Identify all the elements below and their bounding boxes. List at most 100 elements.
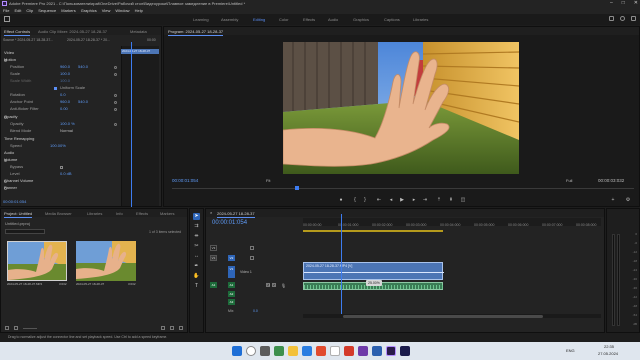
source-a1-patch[interactable]: A1 xyxy=(210,282,217,288)
reset-icon[interactable] xyxy=(114,122,117,126)
add-marker-icon[interactable]: ● xyxy=(338,197,344,203)
toggle-output-icon[interactable] xyxy=(250,246,254,250)
settings-icon[interactable]: ⚙ xyxy=(625,197,631,203)
windows-start-icon[interactable] xyxy=(232,346,242,356)
tab-project[interactable]: Project: Untitled xyxy=(4,211,33,218)
menu-sequence[interactable]: Sequence xyxy=(38,7,56,14)
file-explorer-icon[interactable] xyxy=(288,346,298,356)
source-v1-patch[interactable]: V1 xyxy=(210,255,217,261)
bypass-checkbox[interactable] xyxy=(60,165,63,169)
mute-icon[interactable]: M xyxy=(266,283,270,287)
project-clip-thumb-1[interactable] xyxy=(7,241,67,281)
tab-markers[interactable]: Markers xyxy=(160,211,174,216)
program-video-frame[interactable] xyxy=(283,42,519,174)
scroll-thumb[interactable] xyxy=(343,314,543,318)
maximize-button[interactable]: □ xyxy=(622,0,625,7)
razor-tool-icon[interactable]: ✂ xyxy=(193,243,200,250)
go-to-out-icon[interactable]: ⇥ xyxy=(422,197,428,203)
source-label[interactable]: Source * 2024-05-27 18-28-37... xyxy=(3,38,53,42)
taskbar-app-icon[interactable] xyxy=(358,346,368,356)
yandex-browser-icon[interactable] xyxy=(330,346,340,356)
quality-dropdown[interactable]: Full xyxy=(566,178,572,183)
mini-playhead[interactable] xyxy=(131,42,132,207)
menu-graphics[interactable]: Graphics xyxy=(81,7,97,14)
step-forward-icon[interactable]: ▸ xyxy=(411,197,417,203)
effect-mini-timeline[interactable] xyxy=(121,46,159,206)
button-editor-icon[interactable]: + xyxy=(610,197,616,203)
mic-icon[interactable]: 🎙 xyxy=(281,283,286,288)
tab-libraries[interactable]: Libraries xyxy=(87,211,102,216)
taskbar-app-icon[interactable] xyxy=(274,346,284,356)
menu-clip[interactable]: Clip xyxy=(26,7,33,14)
timeline-playhead[interactable] xyxy=(341,214,342,314)
v1-label[interactable]: V1 xyxy=(228,266,235,278)
menu-window[interactable]: Window xyxy=(115,7,129,14)
workspace-graphics[interactable]: Graphics xyxy=(353,17,369,22)
v2-label[interactable]: V2 xyxy=(228,255,235,261)
new-item-icon[interactable] xyxy=(170,326,174,330)
tab-info[interactable]: Info xyxy=(116,211,123,216)
program-playhead[interactable] xyxy=(295,186,299,190)
taskbar-app-icon[interactable] xyxy=(372,346,382,356)
trash-icon[interactable] xyxy=(179,326,183,330)
reset-icon[interactable] xyxy=(114,100,117,104)
mix-value[interactable]: 0.0 xyxy=(253,309,258,313)
menu-edit[interactable]: Edit xyxy=(14,7,21,14)
taskbar-app-icon[interactable] xyxy=(316,346,326,356)
taskbar-app-icon[interactable] xyxy=(400,346,410,356)
workspace-assembly[interactable]: Assembly xyxy=(221,17,238,22)
selection-tool-icon[interactable]: ➤ xyxy=(193,213,200,220)
v3-label[interactable]: V3 xyxy=(210,245,217,251)
a3-label[interactable]: A3 xyxy=(228,299,235,305)
reset-icon[interactable] xyxy=(114,65,117,69)
menu-view[interactable]: View xyxy=(102,7,111,14)
extract-icon[interactable]: ⇞ xyxy=(448,197,454,203)
export-icon[interactable] xyxy=(609,16,614,21)
close-button[interactable]: ✕ xyxy=(634,0,638,7)
tab-sequence[interactable]: 2024-05-27 18-28-37 xyxy=(217,211,255,218)
effect-controls-timecode[interactable]: 00:00:01:054 xyxy=(3,199,26,204)
search-icon[interactable] xyxy=(620,16,625,21)
play-icon[interactable]: ▶ xyxy=(399,197,405,203)
reset-icon[interactable] xyxy=(114,72,117,76)
menu-file[interactable]: File xyxy=(3,7,9,14)
menu-markers[interactable]: Markers xyxy=(61,7,75,14)
a2-label[interactable]: A2 xyxy=(228,291,235,297)
taskbar-app-icon[interactable] xyxy=(344,346,354,356)
a1-label[interactable]: A1 xyxy=(228,282,235,288)
video-clip[interactable]: 2024-05-27 18-28-37.MP4 [V] xyxy=(303,262,444,280)
tab-audio-clip-mixer[interactable]: Audio Clip Mixer: 2024-05-27 18-28-37 xyxy=(38,29,107,34)
lift-icon[interactable]: ⇡ xyxy=(436,197,442,203)
speed-rubber-band[interactable] xyxy=(304,272,444,273)
solo-icon[interactable]: S xyxy=(272,283,276,287)
fit-dropdown[interactable]: Fit xyxy=(266,178,270,183)
mark-out-icon[interactable]: } xyxy=(362,197,368,203)
task-view-icon[interactable] xyxy=(260,346,270,356)
menu-help[interactable]: Help xyxy=(135,7,143,14)
workspace-color[interactable]: Color xyxy=(279,17,289,22)
clock-date[interactable]: 27.05.2024 xyxy=(598,351,618,356)
timeline-horizontal-scroll[interactable] xyxy=(303,314,601,318)
project-search-input[interactable] xyxy=(5,229,45,234)
ripple-edit-tool-icon[interactable]: ⇹ xyxy=(193,233,200,240)
work-area-bar[interactable] xyxy=(303,230,443,232)
reset-icon[interactable] xyxy=(114,107,117,111)
new-bin-icon[interactable] xyxy=(161,326,165,330)
reset-icon[interactable] xyxy=(114,93,117,97)
step-back-icon[interactable]: ◂ xyxy=(388,197,394,203)
premiere-taskbar-icon[interactable] xyxy=(386,346,396,356)
workspace-editing[interactable]: Editing xyxy=(253,17,265,22)
keyboard-language[interactable]: ENG xyxy=(566,348,575,353)
workspace-effects[interactable]: Effects xyxy=(303,17,315,22)
timeline-timecode[interactable]: 00:00:01:054 xyxy=(212,220,247,226)
workspace-audio[interactable]: Audio xyxy=(328,17,338,22)
track-select-tool-icon[interactable]: ⇉ xyxy=(193,223,200,230)
clock-time[interactable]: 22:35 xyxy=(604,344,614,349)
slip-tool-icon[interactable]: ↔ xyxy=(193,253,200,260)
taskbar-search-icon[interactable] xyxy=(246,346,256,356)
type-tool-icon[interactable]: T xyxy=(193,283,200,290)
program-timecode-in[interactable]: 00:00:01:054 xyxy=(172,178,198,183)
workspace-learning[interactable]: Learning xyxy=(193,17,209,22)
program-scrub-bar[interactable] xyxy=(172,188,634,189)
toggle-output-icon[interactable] xyxy=(250,256,254,260)
